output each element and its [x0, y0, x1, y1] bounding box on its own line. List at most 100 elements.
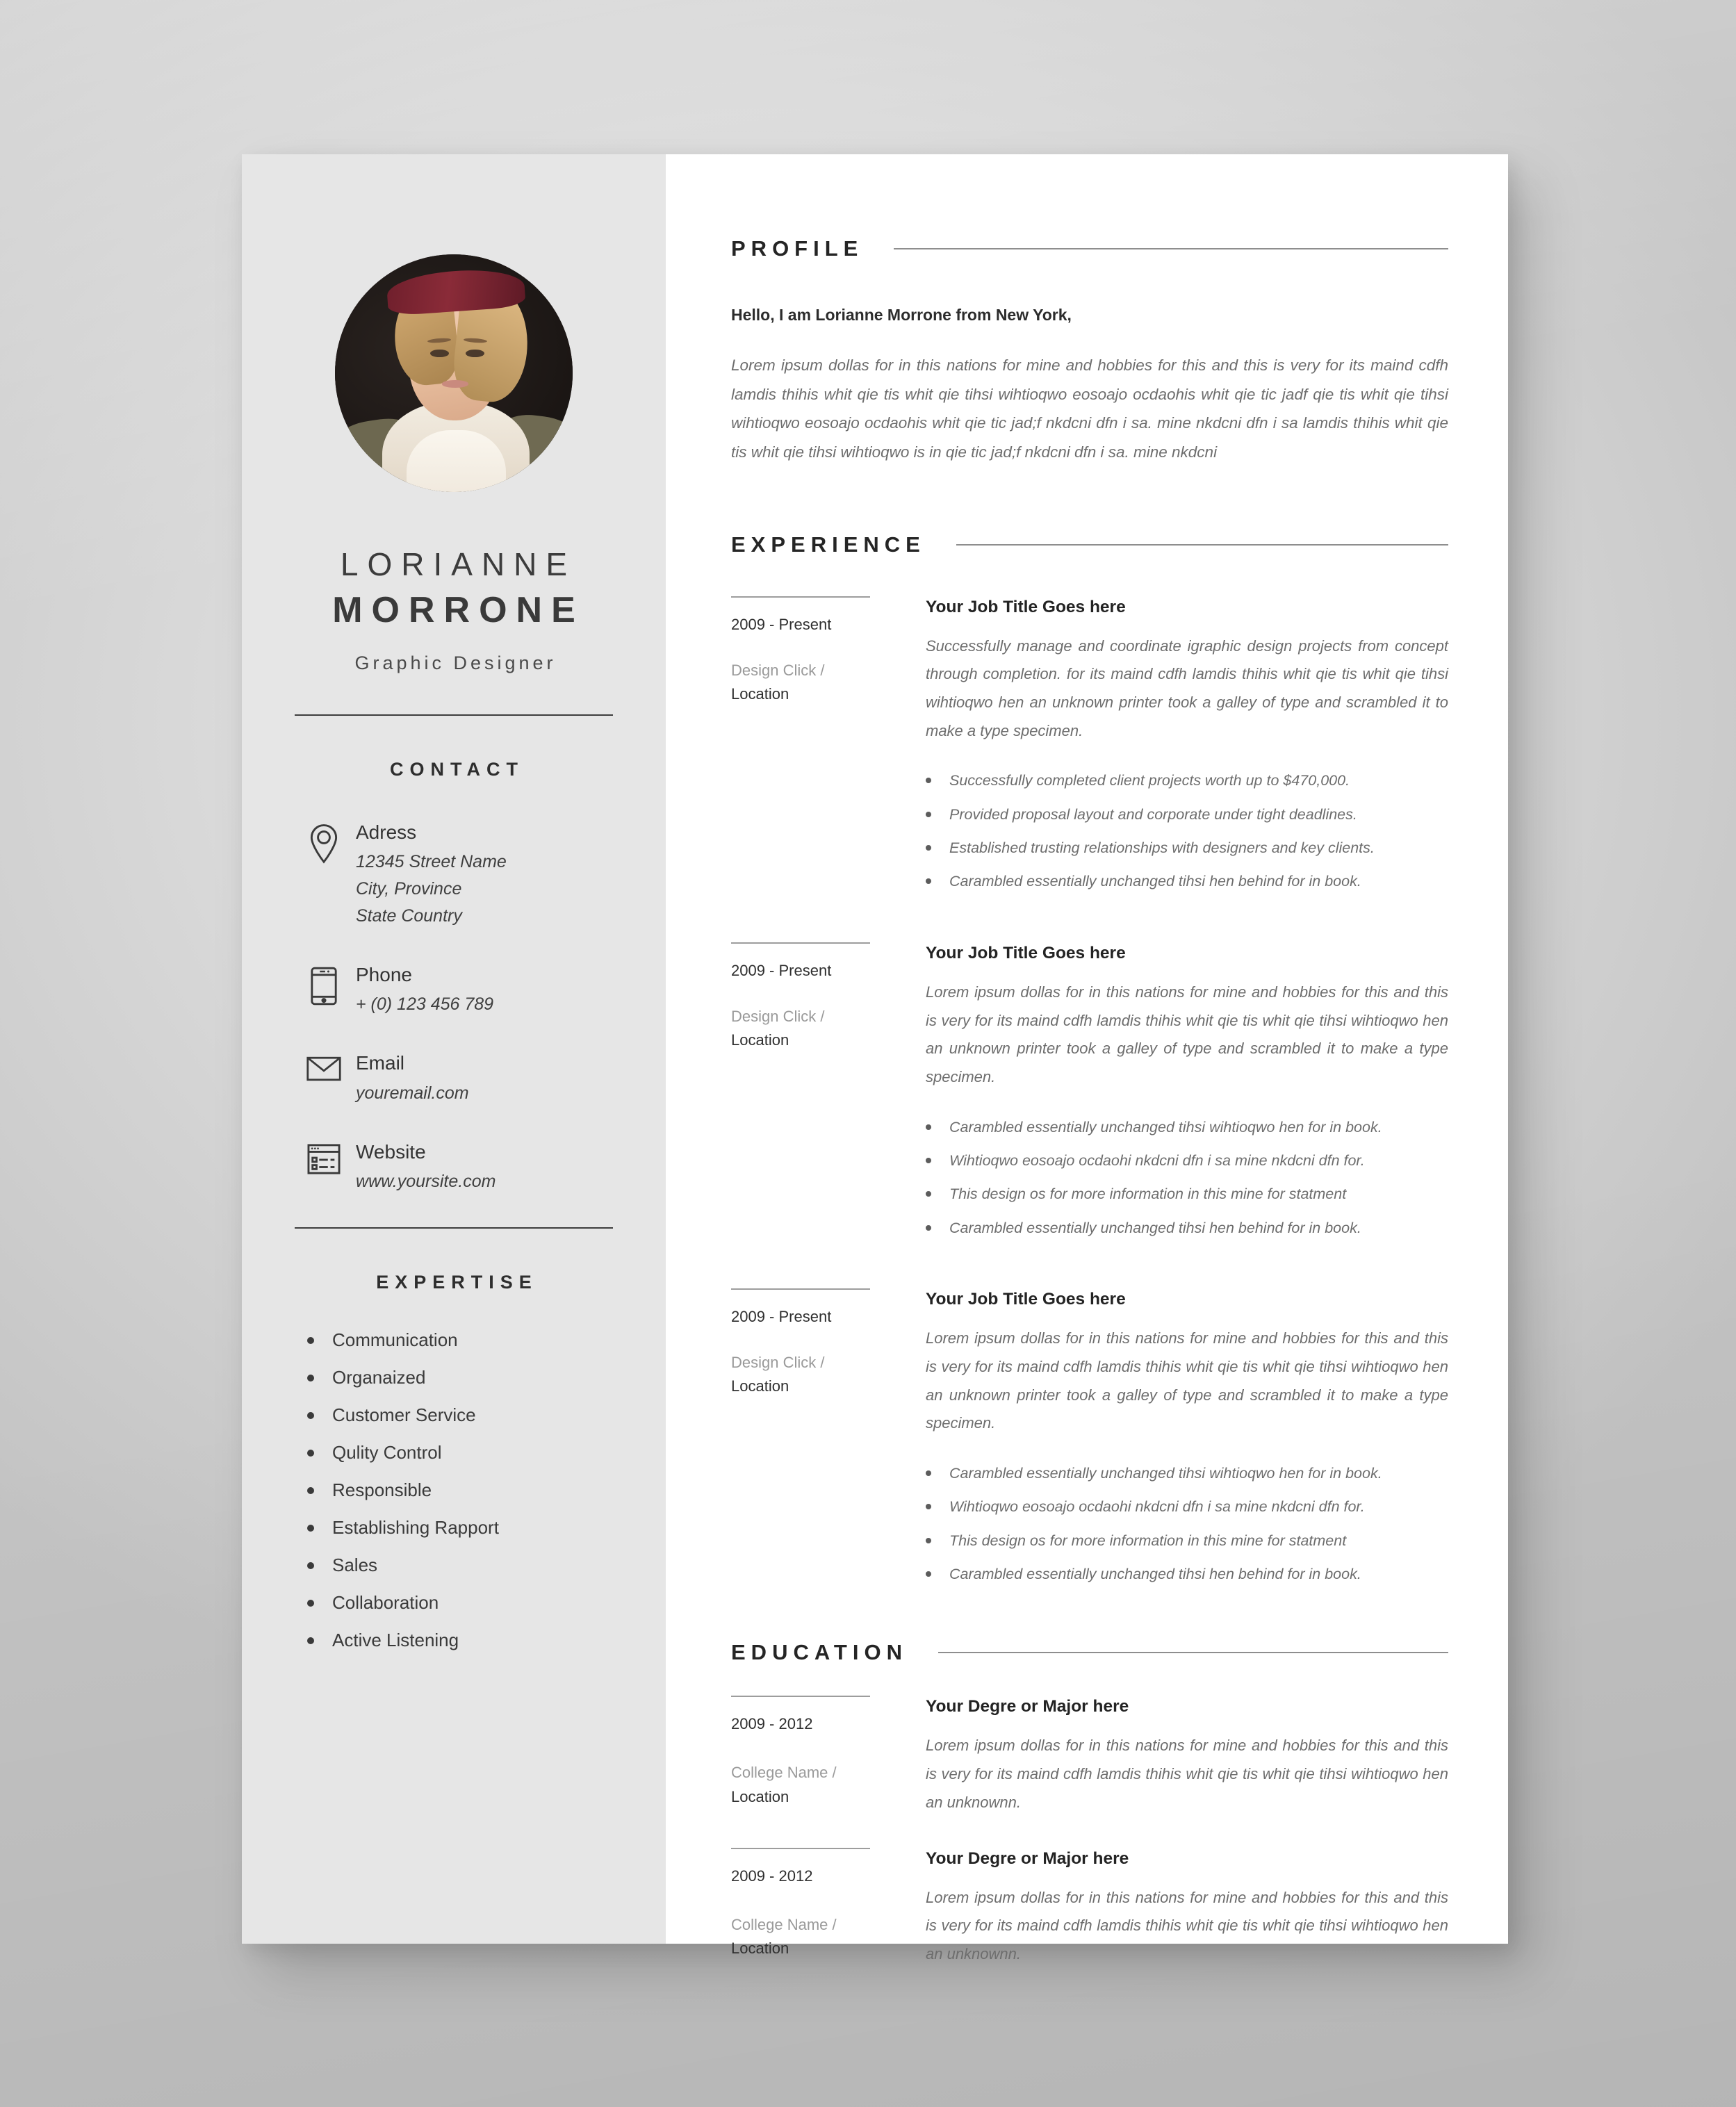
entry-body: Your Job Title Goes here Lorem ipsum dol…	[926, 942, 1448, 1249]
expertise-label: Organaized	[332, 1367, 426, 1388]
experience-entry: 2009 - Present Design Click / Location Y…	[731, 1288, 1448, 1596]
list-item: Provided proposal layout and corporate u…	[926, 803, 1448, 826]
list-item: Carambled essentially unchanged tihsi he…	[926, 1562, 1448, 1586]
entry-title: Your Job Title Goes here	[926, 597, 1126, 616]
list-item: Carambled essentially unchanged tihsi he…	[926, 1216, 1448, 1240]
list-item: Communication	[307, 1329, 620, 1351]
entry-body: Your Job Title Goes here Lorem ipsum dol…	[926, 1288, 1448, 1596]
sidebar-divider-top	[295, 714, 613, 716]
bullet-dot-icon	[307, 1637, 314, 1644]
section-rule	[894, 248, 1448, 249]
bullet-dot-icon	[307, 1411, 314, 1419]
smartphone-icon	[299, 962, 349, 1006]
experience-entry: 2009 - Present Design Click / Location Y…	[731, 942, 1448, 1249]
bullet-text: Wihtioqwo eosoajo ocdaohi nkdcni dfn i s…	[949, 1151, 1365, 1169]
bullet-text: Carambled essentially unchanged tihsi wi…	[949, 1118, 1382, 1136]
entry-body: Your Job Title Goes here Successfully ma…	[926, 596, 1448, 903]
entry-body: Your Degre or Major here Lorem ipsum dol…	[926, 1848, 1448, 1969]
entry-meta: 2009 - Present Design Click / Location	[731, 596, 926, 903]
entry-rule	[731, 942, 870, 944]
contact-value-phone: + (0) 123 456 789	[356, 994, 494, 1015]
list-item: Customer Service	[307, 1404, 620, 1426]
contact-list: Adress 12345 Street Name City, Province …	[288, 819, 620, 1196]
bullet-dot-icon	[926, 811, 931, 817]
profile-heading: PROFILE	[731, 236, 864, 261]
contact-label-phone: Phone	[356, 963, 412, 985]
entry-organization: College Name /	[731, 1915, 837, 1933]
bullet-dot-icon	[926, 1537, 931, 1543]
bullet-text: Carambled essentially unchanged tihsi he…	[949, 873, 1361, 890]
contact-row-website: Website www.yoursite.com	[299, 1139, 620, 1196]
entry-title: Your Job Title Goes here	[926, 943, 1126, 962]
expertise-label: Customer Service	[332, 1404, 476, 1426]
entry-title: Your Degre or Major here	[926, 1697, 1129, 1716]
browser-window-icon	[299, 1139, 349, 1175]
entry-location: Location	[731, 1787, 789, 1805]
bullet-dot-icon	[926, 1571, 931, 1577]
entry-date: 2009 - Present	[731, 615, 832, 633]
bullet-text: Carambled essentially unchanged tihsi he…	[949, 1219, 1361, 1236]
first-name: LORIANNE	[340, 546, 577, 582]
experience-entry: 2009 - Present Design Click / Location Y…	[731, 596, 1448, 903]
list-item: Successfully completed client projects w…	[926, 769, 1448, 792]
bullet-dot-icon	[307, 1486, 314, 1494]
bullet-text: Carambled essentially unchanged tihsi he…	[949, 1566, 1361, 1583]
entry-organization: Design Click /	[731, 661, 825, 679]
entry-title: Your Job Title Goes here	[926, 1290, 1126, 1309]
location-pin-icon	[299, 819, 349, 864]
entry-rule	[731, 1696, 870, 1698]
bullet-dot-icon	[307, 1374, 314, 1382]
education-heading: EDUCATION	[731, 1640, 908, 1665]
entry-description: Lorem ipsum dollas for in this nations f…	[926, 1737, 1448, 1811]
entry-meta: 2009 - 2012 College Name / Location	[731, 1696, 926, 1817]
entry-meta: 2009 - 2012 College Name / Location	[731, 1847, 926, 1969]
bullet-text: Established trusting relationships with …	[949, 839, 1375, 857]
list-item: Carambled essentially unchanged tihsi wi…	[926, 1115, 1448, 1139]
name-block: LORIANNE MORRONE Graphic Designer	[288, 545, 620, 674]
experience-section: EXPERIENCE 2009 - Present Design Click /…	[731, 532, 1448, 1596]
contact-label-address: Adress	[356, 821, 417, 843]
bullet-dot-icon	[926, 878, 931, 885]
entry-body: Your Degre or Major here Lorem ipsum dol…	[926, 1696, 1448, 1817]
bullet-dot-icon	[307, 1449, 314, 1457]
bullet-text: Wihtioqwo eosoajo ocdaohi nkdcni dfn i s…	[949, 1498, 1365, 1516]
bullet-text: Provided proposal layout and corporate u…	[949, 805, 1357, 823]
entry-location: Location	[731, 1939, 789, 1957]
bullet-text: Successfully completed client projects w…	[949, 772, 1350, 789]
entry-description: Lorem ipsum dollas for in this nations f…	[926, 1329, 1448, 1432]
entry-meta: 2009 - Present Design Click / Location	[731, 942, 926, 1249]
entry-organization: Design Click /	[731, 1354, 825, 1372]
profile-photo	[335, 254, 573, 492]
list-item: Active Listening	[307, 1630, 620, 1651]
bullet-dot-icon	[307, 1599, 314, 1607]
last-name: MORRONE	[332, 589, 584, 630]
bullet-dot-icon	[926, 845, 931, 851]
bullet-dot-icon	[926, 1157, 931, 1163]
list-item: Established trusting relationships with …	[926, 836, 1448, 860]
expertise-label: Collaboration	[332, 1592, 439, 1614]
bullet-dot-icon	[926, 1470, 931, 1476]
contact-value-address-3: State Country	[356, 905, 462, 926]
entry-rule	[731, 596, 870, 598]
envelope-icon	[299, 1050, 349, 1083]
section-rule	[937, 1652, 1448, 1654]
list-item: Establishing Rapport	[307, 1517, 620, 1539]
contact-label-email: Email	[356, 1052, 405, 1074]
entry-bullet-list: Carambled essentially unchanged tihsi wi…	[926, 1115, 1448, 1240]
expertise-label: Qulity Control	[332, 1442, 442, 1464]
entry-date: 2009 - 2012	[731, 1715, 813, 1733]
bullet-dot-icon	[307, 1561, 314, 1569]
bullet-text: This design os for more information in t…	[949, 1532, 1347, 1549]
bullet-text: Carambled essentially unchanged tihsi wi…	[949, 1464, 1382, 1482]
sidebar-divider-bottom	[295, 1227, 613, 1229]
bullet-dot-icon	[926, 1504, 931, 1510]
expertise-label: Establishing Rapport	[332, 1517, 499, 1539]
resume-page: LORIANNE MORRONE Graphic Designer CONTAC…	[242, 154, 1508, 1962]
contact-label-website: Website	[356, 1140, 426, 1163]
section-rule	[956, 543, 1448, 546]
expertise-label: Responsible	[332, 1479, 432, 1501]
entry-location: Location	[731, 1377, 789, 1395]
contact-row-phone: Phone + (0) 123 456 789	[299, 962, 620, 1019]
contact-value-website: www.yoursite.com	[356, 1172, 496, 1192]
job-role: Graphic Designer	[354, 652, 557, 673]
